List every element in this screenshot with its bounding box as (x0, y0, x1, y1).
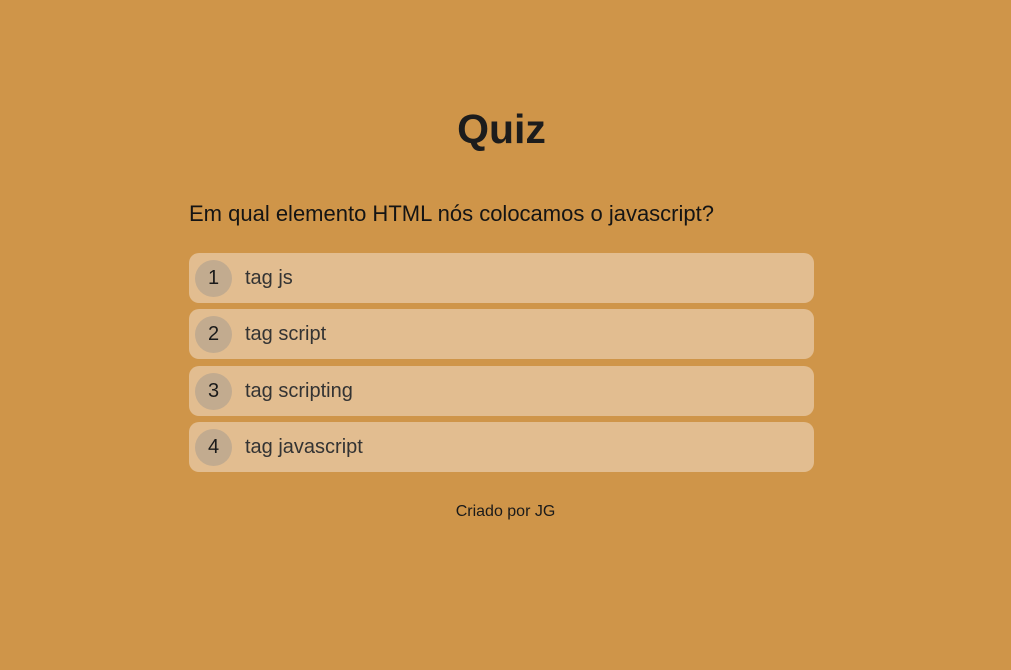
answer-label: tag script (245, 322, 327, 345)
answer-option-2[interactable]: 2 tag script (189, 309, 814, 359)
answer-number-badge: 2 (195, 315, 232, 353)
answer-label: tag scripting (245, 379, 353, 402)
answer-number-badge: 1 (195, 259, 232, 297)
question-text: Em qual elemento HTML nós colocamos o ja… (189, 201, 714, 226)
quiz-title: Quiz (457, 106, 546, 152)
answer-option-3[interactable]: 3 tag scripting (189, 366, 814, 416)
answer-label: tag javascript (245, 435, 363, 458)
answer-number-badge: 3 (195, 372, 232, 410)
answer-option-1[interactable]: 1 tag js (189, 253, 814, 303)
answer-list: 1 tag js 2 tag script 3 tag scripting 4 … (189, 253, 814, 478)
answer-label: tag js (245, 266, 293, 289)
footer-credit: Criado por JG (455, 503, 556, 520)
page: { "quiz": { "title": "Quiz", "question":… (0, 0, 1011, 670)
answer-number-badge: 4 (195, 428, 232, 466)
answer-option-4[interactable]: 4 tag javascript (189, 422, 814, 472)
